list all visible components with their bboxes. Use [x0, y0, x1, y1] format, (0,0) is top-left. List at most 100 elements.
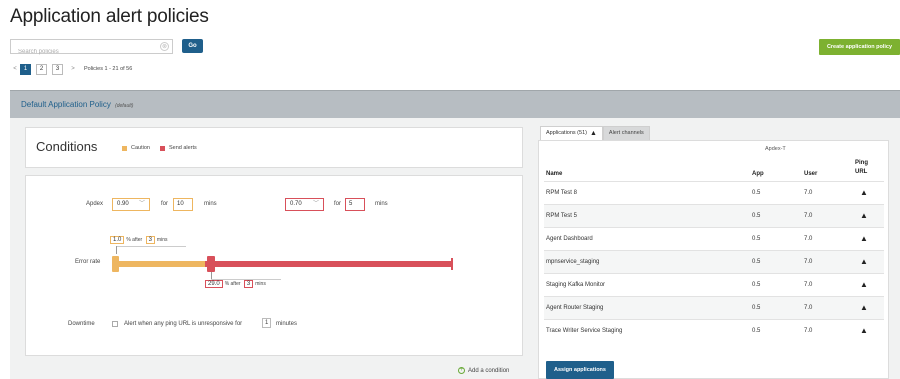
apdex-caution-value: 0.90	[117, 201, 129, 207]
chevron-down-icon: ﹀	[138, 201, 145, 207]
legend-caution-label: Caution	[131, 145, 150, 151]
warning-icon: ▲	[589, 130, 597, 137]
alert-swatch	[159, 145, 165, 151]
app-apdex-cell: 0.5	[752, 213, 761, 219]
app-name-cell: Trace Writer Service Staging	[546, 328, 623, 334]
table-row[interactable]: mpnservice_staging 0.5 7.0 ▲	[544, 250, 884, 273]
add-condition-link[interactable]: + Add a condition	[458, 367, 509, 374]
column-header-ping-line1: Ping	[855, 160, 868, 166]
column-header-name[interactable]: Name	[546, 171, 562, 177]
downtime-unit: minutes	[276, 321, 298, 327]
tab-applications-label: Applications (51)	[546, 130, 587, 136]
conditions-header-panel: Conditions Caution Send alerts	[25, 127, 523, 168]
apdex-caution-unit: mins	[204, 201, 217, 207]
page-3-button[interactable]: 3	[52, 63, 63, 75]
legend-caution: Caution	[122, 145, 150, 151]
prev-page-icon[interactable]: <	[10, 66, 20, 72]
conditions-rules-panel: Apdex 0.90 ﹀ for 10 mins 0.70 ﹀ for 5 mi…	[25, 175, 523, 356]
assign-applications-button[interactable]: Assign applications	[546, 361, 614, 379]
alert-range-bar	[205, 261, 452, 267]
error-caution-unit: mins	[156, 237, 168, 243]
downtime-checkbox[interactable]	[112, 321, 118, 327]
error-caution-minutes-input[interactable]: 3	[145, 236, 155, 244]
table-row[interactable]: Staging Kafka Monitor 0.5 7.0 ▲	[544, 273, 884, 296]
user-apdex-cell: 7.0	[804, 282, 813, 288]
error-caution-value-input[interactable]: 1.0	[110, 236, 125, 244]
tab-applications[interactable]: Applications (51) ▲	[540, 126, 603, 140]
create-application-policy-button[interactable]: Create application policy	[819, 39, 900, 55]
alert-slider-handle[interactable]	[207, 256, 215, 272]
search-box: ⊗	[10, 39, 173, 59]
policy-header[interactable]: Default Application Policy (default)	[10, 90, 900, 118]
table-row[interactable]: RPM Test 5 0.5 7.0 ▲	[544, 204, 884, 227]
caution-swatch	[122, 145, 127, 151]
go-button[interactable]: Go	[182, 39, 203, 53]
column-header-user[interactable]: User	[804, 171, 817, 177]
apdex-alert-unit: mins	[375, 201, 388, 207]
ping-warning-icon: ▲	[860, 211, 868, 220]
caution-guide-line	[116, 246, 186, 247]
policy-default-tag: (default)	[115, 103, 134, 109]
clear-search-icon[interactable]: ⊗	[160, 42, 169, 51]
error-alert-minutes-input[interactable]: 3	[243, 280, 254, 288]
apdex-caution-for-label: for	[161, 201, 169, 207]
user-apdex-cell: 7.0	[804, 190, 813, 196]
user-apdex-cell: 7.0	[804, 213, 813, 219]
table-row[interactable]: Agent Router Staging 0.5 7.0 ▲	[544, 296, 884, 319]
apdex-alert-for-label: for	[334, 201, 342, 207]
apdex-caution-minutes-input[interactable]: 10	[173, 198, 193, 211]
legend-send-alerts: Send alerts	[159, 145, 197, 151]
app-name-cell: RPM Test 5	[546, 213, 577, 219]
user-apdex-cell: 7.0	[804, 259, 813, 265]
apdex-alert-select[interactable]: 0.70 ﹀	[285, 198, 324, 211]
policy-title[interactable]: Default Application Policy (default)	[21, 100, 133, 109]
error-rate-label: Error rate	[75, 259, 101, 265]
search-input[interactable]	[11, 45, 151, 59]
tab-alert-channels[interactable]: Alert channels	[602, 126, 650, 140]
error-caution-threshold: 1.0% after 3 mins	[110, 236, 167, 244]
error-alert-text: % after	[224, 281, 241, 287]
alert-range-end	[451, 258, 453, 270]
downtime-label: Downtime	[68, 321, 95, 327]
app-name-cell: Agent Dashboard	[546, 236, 593, 242]
page-1-button[interactable]: 1	[20, 63, 31, 75]
ping-warning-icon: ▲	[860, 303, 868, 312]
applications-tabs: Applications (51) ▲ Alert channels	[540, 126, 650, 140]
tab-alert-channels-label: Alert channels	[608, 130, 644, 136]
app-name-cell: Staging Kafka Monitor	[546, 282, 606, 288]
caution-slider-handle[interactable]	[112, 256, 119, 272]
table-row[interactable]: Trace Writer Service Staging 0.5 7.0 ▲	[544, 319, 884, 342]
applications-panel: Applications (51) ▲ Alert channels Apdex…	[538, 124, 889, 379]
caution-range-bar	[112, 261, 205, 267]
app-apdex-cell: 0.5	[752, 328, 761, 334]
ping-warning-icon: ▲	[860, 280, 868, 289]
error-alert-value-input[interactable]: 29.0	[205, 280, 223, 288]
conditions-legend: Caution Send alerts	[122, 145, 207, 151]
column-header-ping-line2: URL	[855, 169, 868, 175]
app-name-cell: Agent Router Staging	[546, 305, 604, 311]
add-condition-label: Add a condition	[468, 367, 510, 374]
next-page-icon[interactable]: >	[68, 66, 78, 72]
apdex-caution-select[interactable]: 0.90 ﹀	[112, 198, 150, 211]
column-header-app[interactable]: App	[752, 171, 764, 177]
apdex-alert-value: 0.70	[290, 201, 302, 207]
downtime-minutes-input[interactable]: 1	[262, 318, 272, 328]
table-row[interactable]: RPM Test 8 0.5 7.0 ▲	[544, 181, 884, 204]
app-apdex-cell: 0.5	[752, 190, 761, 196]
ping-warning-icon: ▲	[860, 326, 868, 335]
user-apdex-cell: 7.0	[804, 305, 813, 311]
app-apdex-cell: 0.5	[752, 236, 761, 242]
caution-tick	[116, 246, 117, 254]
apdex-alert-minutes-input[interactable]: 5	[345, 198, 365, 211]
apdex-label: Apdex	[86, 201, 104, 207]
pagination: < 1 2 3 > Policies 1 - 21 of 56	[10, 63, 132, 75]
ping-warning-icon: ▲	[860, 257, 868, 266]
user-apdex-cell: 7.0	[804, 328, 813, 334]
policy-name: Default Application Policy	[21, 100, 111, 109]
page-2-button[interactable]: 2	[36, 63, 47, 75]
app-name-cell: mpnservice_staging	[546, 259, 600, 265]
apdex-t-header: Apdex-T	[765, 146, 786, 152]
error-caution-text: % after	[126, 237, 143, 243]
app-apdex-cell: 0.5	[752, 305, 761, 311]
table-row[interactable]: Agent Dashboard 0.5 7.0 ▲	[544, 227, 884, 250]
